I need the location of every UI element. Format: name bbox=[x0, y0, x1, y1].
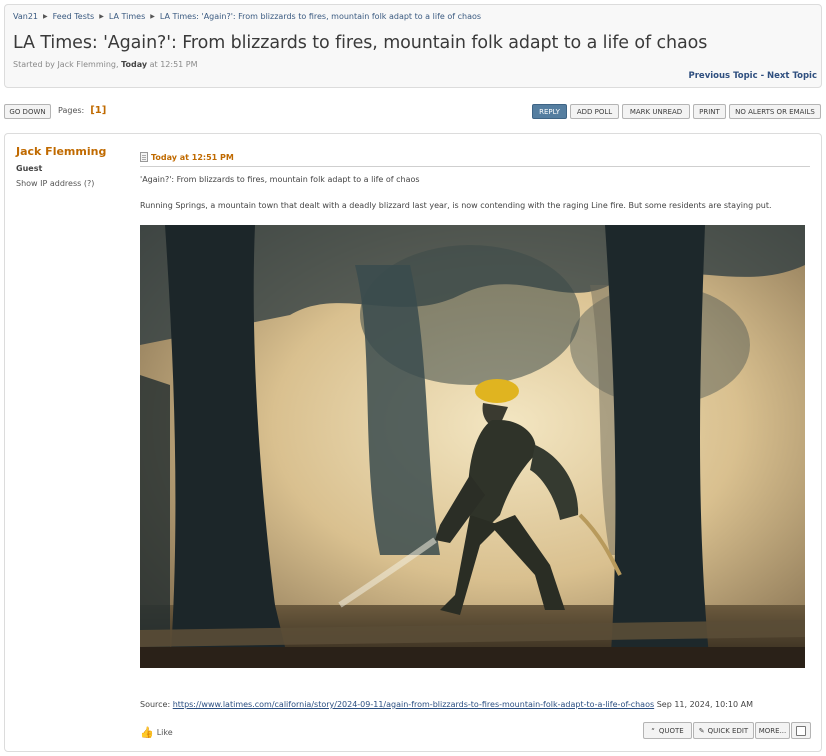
more-button[interactable]: MORE... bbox=[755, 722, 790, 739]
prev-next-topic-links[interactable]: Previous Topic - Next Topic bbox=[689, 71, 817, 81]
document-icon bbox=[140, 152, 148, 162]
topic-header: Van21 ▶ Feed Tests ▶ LA Times ▶ LA Times… bbox=[4, 4, 822, 88]
post: Jack Flemming Guest Show IP address (?) … bbox=[4, 133, 822, 752]
pages-label: Pages: bbox=[58, 106, 85, 115]
breadcrumb-arrow-icon: ▶ bbox=[99, 13, 104, 20]
thumbs-up-icon: 👍 bbox=[140, 726, 154, 739]
source-date: Sep 11, 2024, 10:10 AM bbox=[656, 700, 754, 709]
source-label: Source: bbox=[140, 700, 171, 709]
post-image bbox=[140, 225, 805, 668]
post-headline: 'Again?': From blizzards to fires, mount… bbox=[140, 175, 420, 184]
breadcrumb: Van21 ▶ Feed Tests ▶ LA Times ▶ LA Times… bbox=[13, 12, 481, 21]
post-time[interactable]: Today at 12:51 PM bbox=[151, 153, 234, 162]
topic-started-by: Started by Jack Flemming, Today at 12:51… bbox=[13, 60, 198, 69]
reply-button[interactable]: REPLY bbox=[532, 104, 567, 119]
breadcrumb-item-category[interactable]: Feed Tests bbox=[53, 12, 95, 21]
show-ip-link[interactable]: Show IP address (?) bbox=[16, 179, 106, 188]
print-button[interactable]: PRINT bbox=[693, 104, 726, 119]
breadcrumb-item-board-index[interactable]: Van21 bbox=[13, 12, 38, 21]
quote-label: QUOTE bbox=[658, 726, 684, 735]
breadcrumb-arrow-icon: ▶ bbox=[43, 13, 48, 20]
started-by-text: Started by Jack Flemming, bbox=[13, 60, 119, 69]
source-link[interactable]: https://www.latimes.com/california/story… bbox=[173, 700, 654, 709]
no-alerts-button[interactable]: NO ALERTS OR EMAILS bbox=[729, 104, 821, 119]
quote-button[interactable]: “ QUOTE bbox=[643, 722, 692, 739]
poster-group: Guest bbox=[16, 164, 43, 173]
post-header: Today at 12:51 PM bbox=[140, 148, 810, 167]
current-page-link[interactable]: [1] bbox=[90, 105, 106, 116]
edit-icon: ✎ bbox=[698, 726, 705, 735]
go-down-button[interactable]: GO DOWN bbox=[4, 104, 51, 119]
pagination: Pages: [1] bbox=[58, 105, 106, 116]
firefighter-photo bbox=[140, 225, 805, 668]
like-button[interactable]: 👍 Like bbox=[140, 726, 173, 739]
quote-icon: “ bbox=[651, 726, 655, 735]
post-source: Source: https://www.latimes.com/californ… bbox=[140, 700, 753, 709]
poster-info: Jack Flemming Guest Show IP address (?) bbox=[16, 145, 106, 188]
select-post-button[interactable] bbox=[791, 722, 811, 739]
breadcrumb-arrow-icon: ▶ bbox=[150, 13, 155, 20]
quick-edit-label: QUICK EDIT bbox=[707, 726, 749, 735]
started-time: at 12:51 PM bbox=[149, 60, 198, 69]
post-summary: Running Springs, a mountain town that de… bbox=[140, 201, 772, 210]
breadcrumb-item-board[interactable]: LA Times bbox=[109, 12, 145, 21]
started-day: Today bbox=[121, 60, 148, 69]
like-label: Like bbox=[156, 728, 173, 737]
select-post-checkbox[interactable] bbox=[796, 725, 806, 736]
mark-unread-button[interactable]: MARK UNREAD bbox=[622, 104, 690, 119]
add-poll-button[interactable]: ADD POLL bbox=[570, 104, 619, 119]
poster-name[interactable]: Jack Flemming bbox=[16, 145, 106, 158]
breadcrumb-item-topic[interactable]: LA Times: 'Again?': From blizzards to fi… bbox=[160, 12, 481, 21]
quick-edit-button[interactable]: ✎ QUICK EDIT bbox=[693, 722, 754, 739]
page-title: LA Times: 'Again?': From blizzards to fi… bbox=[13, 33, 708, 53]
